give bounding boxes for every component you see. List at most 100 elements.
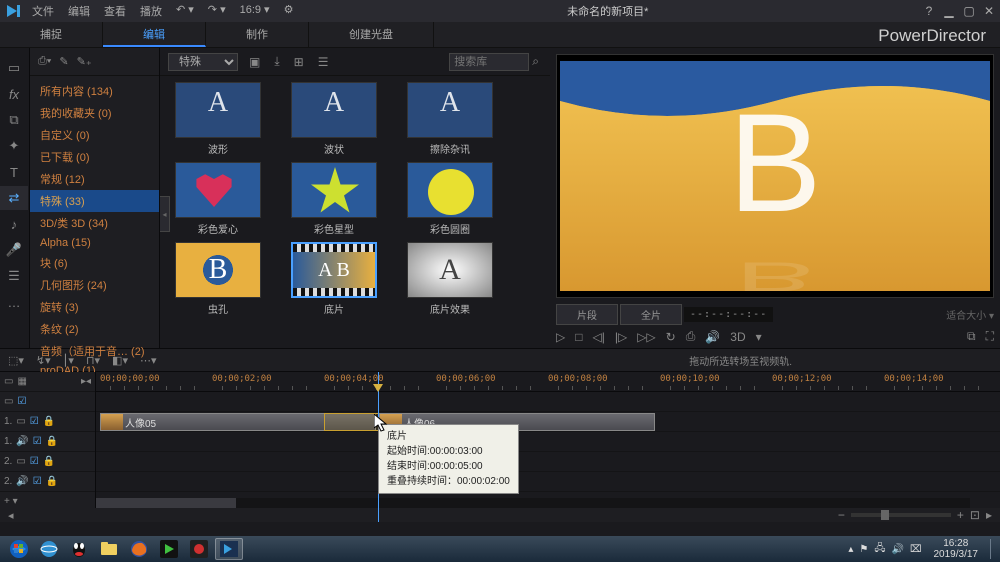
tl-split-icon[interactable]: ⎮▾ — [63, 354, 74, 367]
taskbar-powerdirector-icon[interactable] — [215, 538, 243, 560]
preview-viewport[interactable]: B B — [556, 54, 994, 298]
search-icon[interactable]: ⌕ — [529, 54, 542, 69]
taskbar-firefox-icon[interactable] — [125, 538, 153, 560]
subtitle-room-icon[interactable]: … — [0, 290, 28, 314]
category-item[interactable]: 常规 (12) — [30, 168, 159, 190]
category-item[interactable]: 块 (6) — [30, 252, 159, 274]
stop-button[interactable]: □ — [575, 330, 582, 344]
track-visible-icon[interactable]: ☑ — [30, 416, 39, 427]
category-item[interactable]: 条纹 (2) — [30, 318, 159, 340]
zoom-thumb[interactable] — [881, 510, 889, 520]
snapshot-button[interactable]: ⎙ — [686, 329, 696, 344]
video-track-icon[interactable]: ▭ — [16, 416, 25, 427]
menu-play[interactable]: 播放 — [140, 3, 162, 19]
voice-room-icon[interactable]: 🎤 — [0, 238, 28, 262]
fast-forward-button[interactable]: ▷▷ — [637, 330, 655, 344]
time-ruler[interactable]: 00;00;00;0000;00;02;0000;00;04;0000;00;0… — [96, 372, 1000, 392]
fullscreen-button[interactable]: ⛶ — [986, 329, 994, 344]
transition-clip[interactable] — [324, 413, 380, 431]
fit-dropdown[interactable]: 适合大小 ▾ — [946, 307, 994, 322]
pip-room-icon[interactable]: ⧉ — [0, 108, 28, 132]
track-lock-icon[interactable]: 🔒 — [43, 456, 55, 467]
play-button[interactable]: ▷ — [556, 330, 565, 344]
start-button[interactable] — [4, 538, 34, 560]
full-button[interactable]: 全片 — [620, 304, 682, 325]
taskbar-qq-icon[interactable] — [65, 538, 93, 560]
minimize-button[interactable]: ▁ — [942, 4, 956, 18]
track-visible-icon[interactable]: ☑ — [33, 476, 42, 487]
chapter-room-icon[interactable]: ☰ — [0, 264, 28, 288]
add-track-icon[interactable]: + ▾ — [4, 496, 18, 507]
threeD-button[interactable]: 3D — [730, 330, 745, 344]
volume-button[interactable]: 🔊 — [705, 330, 720, 344]
taskbar-browser-icon[interactable] — [35, 538, 63, 560]
category-item[interactable]: 3D/类 3D (34) — [30, 212, 159, 234]
category-item[interactable]: 所有内容 (134) — [30, 80, 159, 102]
effect-thumb[interactable]: B虫孔 — [170, 242, 266, 316]
horizontal-scrollbar[interactable] — [96, 498, 970, 508]
category-item[interactable]: 自定义 (0) — [30, 124, 159, 146]
scroll-thumb[interactable] — [96, 498, 236, 508]
effect-thumb[interactable]: 彩色爱心 — [170, 162, 266, 236]
tab-capture[interactable]: 捕捉 — [0, 22, 103, 47]
maximize-button[interactable]: ▢ — [962, 4, 976, 18]
track-visible-icon[interactable]: ☑ — [33, 436, 42, 447]
tray-volume-icon[interactable]: 🔊 — [892, 544, 904, 555]
category-dropdown[interactable]: 特殊 — [168, 53, 238, 71]
track-lock-icon[interactable]: 🔒 — [43, 416, 55, 427]
collapse-handle[interactable]: ◂ — [160, 196, 170, 232]
taskbar-record-icon[interactable] — [185, 538, 213, 560]
category-item[interactable]: Alpha (15) — [30, 234, 159, 252]
effect-thumb[interactable]: A底片效果 — [402, 242, 498, 316]
tray-flag-icon[interactable]: ⚑ — [859, 544, 868, 555]
track-check-icon[interactable]: ☑ — [17, 396, 26, 407]
tl-record-icon[interactable]: ⬚▾ — [8, 354, 24, 367]
particle-room-icon[interactable]: ✦ — [0, 134, 28, 158]
import-icon[interactable]: ⎙▾ — [38, 55, 51, 68]
scroll-left-icon[interactable]: ◂ — [8, 509, 14, 522]
search-input[interactable] — [449, 53, 529, 71]
show-desktop-button[interactable] — [990, 539, 996, 559]
audio-track-2[interactable] — [96, 472, 1000, 492]
audio-track-icon[interactable]: 🔊 — [16, 476, 28, 487]
category-item[interactable]: 旋转 (3) — [30, 296, 159, 318]
menu-view[interactable]: 查看 — [104, 3, 126, 19]
pen-icon[interactable]: ✎ — [59, 55, 68, 68]
category-item[interactable]: 几何图形 (24) — [30, 274, 159, 296]
prev-frame-button[interactable]: ◁| — [592, 330, 604, 344]
tray-up-icon[interactable]: ▴ — [848, 544, 853, 555]
fit-zoom-button[interactable]: ⊡ — [970, 508, 980, 522]
taskbar-iqiyi-icon[interactable] — [155, 538, 183, 560]
marker-go-icon[interactable]: ▸◂ — [81, 376, 91, 387]
marker-track[interactable] — [96, 392, 1000, 412]
effect-thumb[interactable]: A波状 — [286, 82, 382, 156]
next-frame-button[interactable]: |▷ — [615, 330, 627, 344]
tl-cut-icon[interactable]: ↯▾ — [36, 354, 51, 367]
audio-track-icon[interactable]: 🔊 — [16, 436, 28, 447]
fx-room-icon[interactable]: fx — [0, 82, 28, 106]
menu-file[interactable]: 文件 — [32, 3, 54, 19]
title-room-icon[interactable]: T — [0, 160, 28, 184]
media-room-icon[interactable]: ▭ — [0, 56, 28, 80]
transition-room-icon[interactable]: ⇄ — [0, 186, 28, 210]
tab-produce[interactable]: 制作 — [206, 22, 309, 47]
track-lock-icon[interactable]: 🔒 — [46, 476, 58, 487]
undock-button[interactable]: ⧉ — [967, 329, 976, 344]
audio-room-icon[interactable]: ♪ — [0, 212, 28, 236]
tl-magnet-icon[interactable]: ⊓▾ — [86, 354, 100, 367]
category-item[interactable]: 特殊 (33) — [30, 190, 159, 212]
preview-menu-button[interactable]: ▾ — [756, 330, 762, 344]
category-item[interactable]: 已下载 (0) — [30, 146, 159, 168]
effect-thumb[interactable]: 彩色圆圈 — [402, 162, 498, 236]
tray-network-icon[interactable]: 🖧 — [874, 541, 885, 558]
track-lock-icon[interactable]: 🔒 — [46, 436, 58, 447]
help-icon[interactable]: ? — [922, 4, 936, 18]
effect-thumb[interactable]: A B底片 — [286, 242, 382, 316]
track-view-icon[interactable]: ▭ — [4, 396, 13, 407]
zoom-out-button[interactable]: − — [838, 508, 845, 522]
segment-button[interactable]: 片段 — [556, 304, 618, 325]
collapse-all-icon[interactable]: ▭ — [4, 376, 13, 387]
effect-thumb[interactable]: A波形 — [170, 82, 266, 156]
category-item[interactable]: 我的收藏夹 (0) — [30, 102, 159, 124]
scroll-right-icon[interactable]: ▸ — [986, 508, 992, 522]
